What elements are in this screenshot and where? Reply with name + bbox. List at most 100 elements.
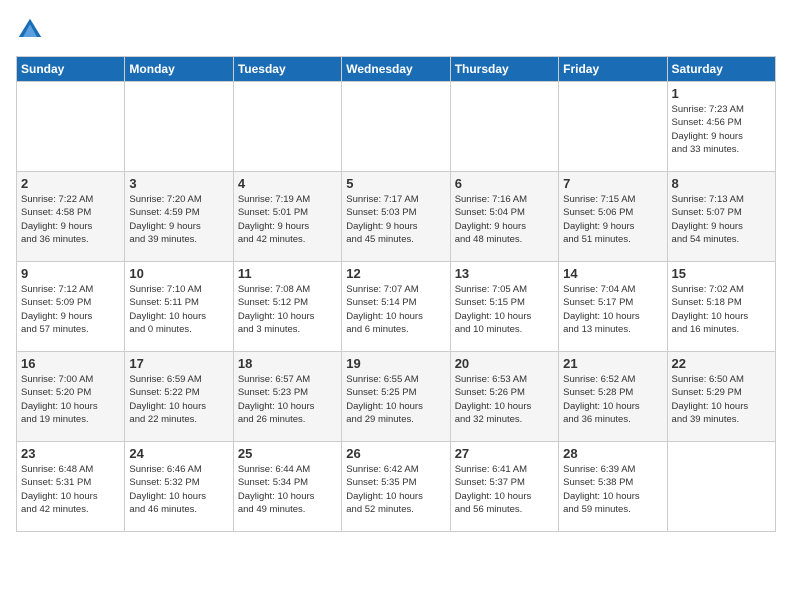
- day-cell: 27Sunrise: 6:41 AM Sunset: 5:37 PM Dayli…: [450, 442, 558, 532]
- logo-icon: [16, 16, 44, 44]
- day-info: Sunrise: 7:17 AM Sunset: 5:03 PM Dayligh…: [346, 193, 445, 246]
- day-cell: 14Sunrise: 7:04 AM Sunset: 5:17 PM Dayli…: [559, 262, 667, 352]
- day-cell: 6 Sunrise: 7:16 AM Sunset: 5:04 PM Daylig…: [450, 172, 558, 262]
- day-info: Sunrise: 6:52 AM Sunset: 5:28 PM Dayligh…: [563, 373, 662, 426]
- day-cell: 21 Sunrise: 6:52 AM Sunset: 5:28 PM Dayli…: [559, 352, 667, 442]
- day-cell: 17 Sunrise: 6:59 AM Sunset: 5:22 PM Dayli…: [125, 352, 233, 442]
- day-info: Sunrise: 6:50 AM Sunset: 5:29 PM Dayligh…: [672, 373, 771, 426]
- day-info: Sunrise: 7:00 AM Sunset: 5:20 PM Dayligh…: [21, 373, 120, 426]
- day-number: 1: [672, 86, 771, 101]
- day-number: 9: [21, 266, 120, 281]
- day-info: Sunrise: 7:12 AM Sunset: 5:09 PM Dayligh…: [21, 283, 120, 336]
- week-row-1: 1 Sunrise: 7:23 AM Sunset: 4:56 PM Daylig…: [17, 82, 776, 172]
- day-cell: 26 Sunrise: 6:42 AM Sunset: 5:35 PM Dayli…: [342, 442, 450, 532]
- day-cell: 22 Sunrise: 6:50 AM Sunset: 5:29 PM Dayli…: [667, 352, 775, 442]
- day-cell: [450, 82, 558, 172]
- day-cell: [559, 82, 667, 172]
- week-row-3: 9 Sunrise: 7:12 AM Sunset: 5:09 PM Daylig…: [17, 262, 776, 352]
- day-info: Sunrise: 6:44 AM Sunset: 5:34 PM Dayligh…: [238, 463, 337, 516]
- day-cell: 7Sunrise: 7:15 AM Sunset: 5:06 PM Daylig…: [559, 172, 667, 262]
- day-cell: 11 Sunrise: 7:08 AM Sunset: 5:12 PM Dayli…: [233, 262, 341, 352]
- week-row-5: 23 Sunrise: 6:48 AM Sunset: 5:31 PM Dayli…: [17, 442, 776, 532]
- day-cell: [233, 82, 341, 172]
- weekday-header-thursday: Thursday: [450, 57, 558, 82]
- page-header: [16, 16, 776, 44]
- day-number: 17: [129, 356, 228, 371]
- day-info: Sunrise: 7:23 AM Sunset: 4:56 PM Dayligh…: [672, 103, 771, 156]
- day-info: Sunrise: 7:13 AM Sunset: 5:07 PM Dayligh…: [672, 193, 771, 246]
- day-number: 23: [21, 446, 120, 461]
- weekday-header-friday: Friday: [559, 57, 667, 82]
- weekday-header-sunday: Sunday: [17, 57, 125, 82]
- day-cell: 4 Sunrise: 7:19 AM Sunset: 5:01 PM Daylig…: [233, 172, 341, 262]
- weekday-header-tuesday: Tuesday: [233, 57, 341, 82]
- day-cell: 1 Sunrise: 7:23 AM Sunset: 4:56 PM Daylig…: [667, 82, 775, 172]
- day-number: 22: [672, 356, 771, 371]
- day-info: Sunrise: 7:04 AM Sunset: 5:17 PM Dayligh…: [563, 283, 662, 336]
- day-info: Sunrise: 7:02 AM Sunset: 5:18 PM Dayligh…: [672, 283, 771, 336]
- day-cell: [17, 82, 125, 172]
- day-cell: 5 Sunrise: 7:17 AM Sunset: 5:03 PM Daylig…: [342, 172, 450, 262]
- day-info: Sunrise: 6:57 AM Sunset: 5:23 PM Dayligh…: [238, 373, 337, 426]
- day-number: 28: [563, 446, 662, 461]
- day-info: Sunrise: 7:16 AM Sunset: 5:04 PM Dayligh…: [455, 193, 554, 246]
- day-cell: [125, 82, 233, 172]
- day-cell: 12 Sunrise: 7:07 AM Sunset: 5:14 PM Dayli…: [342, 262, 450, 352]
- day-cell: 15 Sunrise: 7:02 AM Sunset: 5:18 PM Dayli…: [667, 262, 775, 352]
- weekday-header-wednesday: Wednesday: [342, 57, 450, 82]
- day-cell: 2 Sunrise: 7:22 AM Sunset: 4:58 PM Daylig…: [17, 172, 125, 262]
- day-info: Sunrise: 6:53 AM Sunset: 5:26 PM Dayligh…: [455, 373, 554, 426]
- day-number: 13: [455, 266, 554, 281]
- day-cell: 9 Sunrise: 7:12 AM Sunset: 5:09 PM Daylig…: [17, 262, 125, 352]
- day-number: 26: [346, 446, 445, 461]
- day-number: 19: [346, 356, 445, 371]
- day-info: Sunrise: 7:20 AM Sunset: 4:59 PM Dayligh…: [129, 193, 228, 246]
- day-number: 12: [346, 266, 445, 281]
- day-number: 16: [21, 356, 120, 371]
- day-cell: 16 Sunrise: 7:00 AM Sunset: 5:20 PM Dayli…: [17, 352, 125, 442]
- day-cell: [342, 82, 450, 172]
- day-info: Sunrise: 7:07 AM Sunset: 5:14 PM Dayligh…: [346, 283, 445, 336]
- day-number: 21: [563, 356, 662, 371]
- day-number: 20: [455, 356, 554, 371]
- day-info: Sunrise: 7:05 AM Sunset: 5:15 PM Dayligh…: [455, 283, 554, 336]
- day-info: Sunrise: 6:42 AM Sunset: 5:35 PM Dayligh…: [346, 463, 445, 516]
- day-cell: 8Sunrise: 7:13 AM Sunset: 5:07 PM Daylig…: [667, 172, 775, 262]
- day-number: 25: [238, 446, 337, 461]
- day-number: 15: [672, 266, 771, 281]
- day-number: 10: [129, 266, 228, 281]
- day-info: Sunrise: 6:39 AM Sunset: 5:38 PM Dayligh…: [563, 463, 662, 516]
- day-info: Sunrise: 6:41 AM Sunset: 5:37 PM Dayligh…: [455, 463, 554, 516]
- day-info: Sunrise: 7:19 AM Sunset: 5:01 PM Dayligh…: [238, 193, 337, 246]
- day-cell: 13 Sunrise: 7:05 AM Sunset: 5:15 PM Dayli…: [450, 262, 558, 352]
- day-number: 18: [238, 356, 337, 371]
- day-number: 11: [238, 266, 337, 281]
- weekday-header-saturday: Saturday: [667, 57, 775, 82]
- day-info: Sunrise: 7:15 AM Sunset: 5:06 PM Dayligh…: [563, 193, 662, 246]
- day-number: 5: [346, 176, 445, 191]
- day-cell: 18 Sunrise: 6:57 AM Sunset: 5:23 PM Dayli…: [233, 352, 341, 442]
- header-row: SundayMondayTuesdayWednesdayThursdayFrid…: [17, 57, 776, 82]
- day-info: Sunrise: 7:22 AM Sunset: 4:58 PM Dayligh…: [21, 193, 120, 246]
- weekday-header-monday: Monday: [125, 57, 233, 82]
- day-info: Sunrise: 7:10 AM Sunset: 5:11 PM Dayligh…: [129, 283, 228, 336]
- day-number: 3: [129, 176, 228, 191]
- logo: [16, 16, 46, 44]
- calendar-table: SundayMondayTuesdayWednesdayThursdayFrid…: [16, 56, 776, 532]
- day-cell: 24Sunrise: 6:46 AM Sunset: 5:32 PM Dayli…: [125, 442, 233, 532]
- day-number: 2: [21, 176, 120, 191]
- day-cell: 23 Sunrise: 6:48 AM Sunset: 5:31 PM Dayli…: [17, 442, 125, 532]
- day-info: Sunrise: 6:59 AM Sunset: 5:22 PM Dayligh…: [129, 373, 228, 426]
- week-row-2: 2 Sunrise: 7:22 AM Sunset: 4:58 PM Daylig…: [17, 172, 776, 262]
- day-number: 4: [238, 176, 337, 191]
- day-cell: 19 Sunrise: 6:55 AM Sunset: 5:25 PM Dayli…: [342, 352, 450, 442]
- day-cell: 3 Sunrise: 7:20 AM Sunset: 4:59 PM Daylig…: [125, 172, 233, 262]
- day-number: 24: [129, 446, 228, 461]
- day-cell: 10 Sunrise: 7:10 AM Sunset: 5:11 PM Dayli…: [125, 262, 233, 352]
- day-info: Sunrise: 6:55 AM Sunset: 5:25 PM Dayligh…: [346, 373, 445, 426]
- day-info: Sunrise: 7:08 AM Sunset: 5:12 PM Dayligh…: [238, 283, 337, 336]
- day-cell: 28 Sunrise: 6:39 AM Sunset: 5:38 PM Dayli…: [559, 442, 667, 532]
- day-cell: [667, 442, 775, 532]
- day-info: Sunrise: 6:48 AM Sunset: 5:31 PM Dayligh…: [21, 463, 120, 516]
- day-number: 6: [455, 176, 554, 191]
